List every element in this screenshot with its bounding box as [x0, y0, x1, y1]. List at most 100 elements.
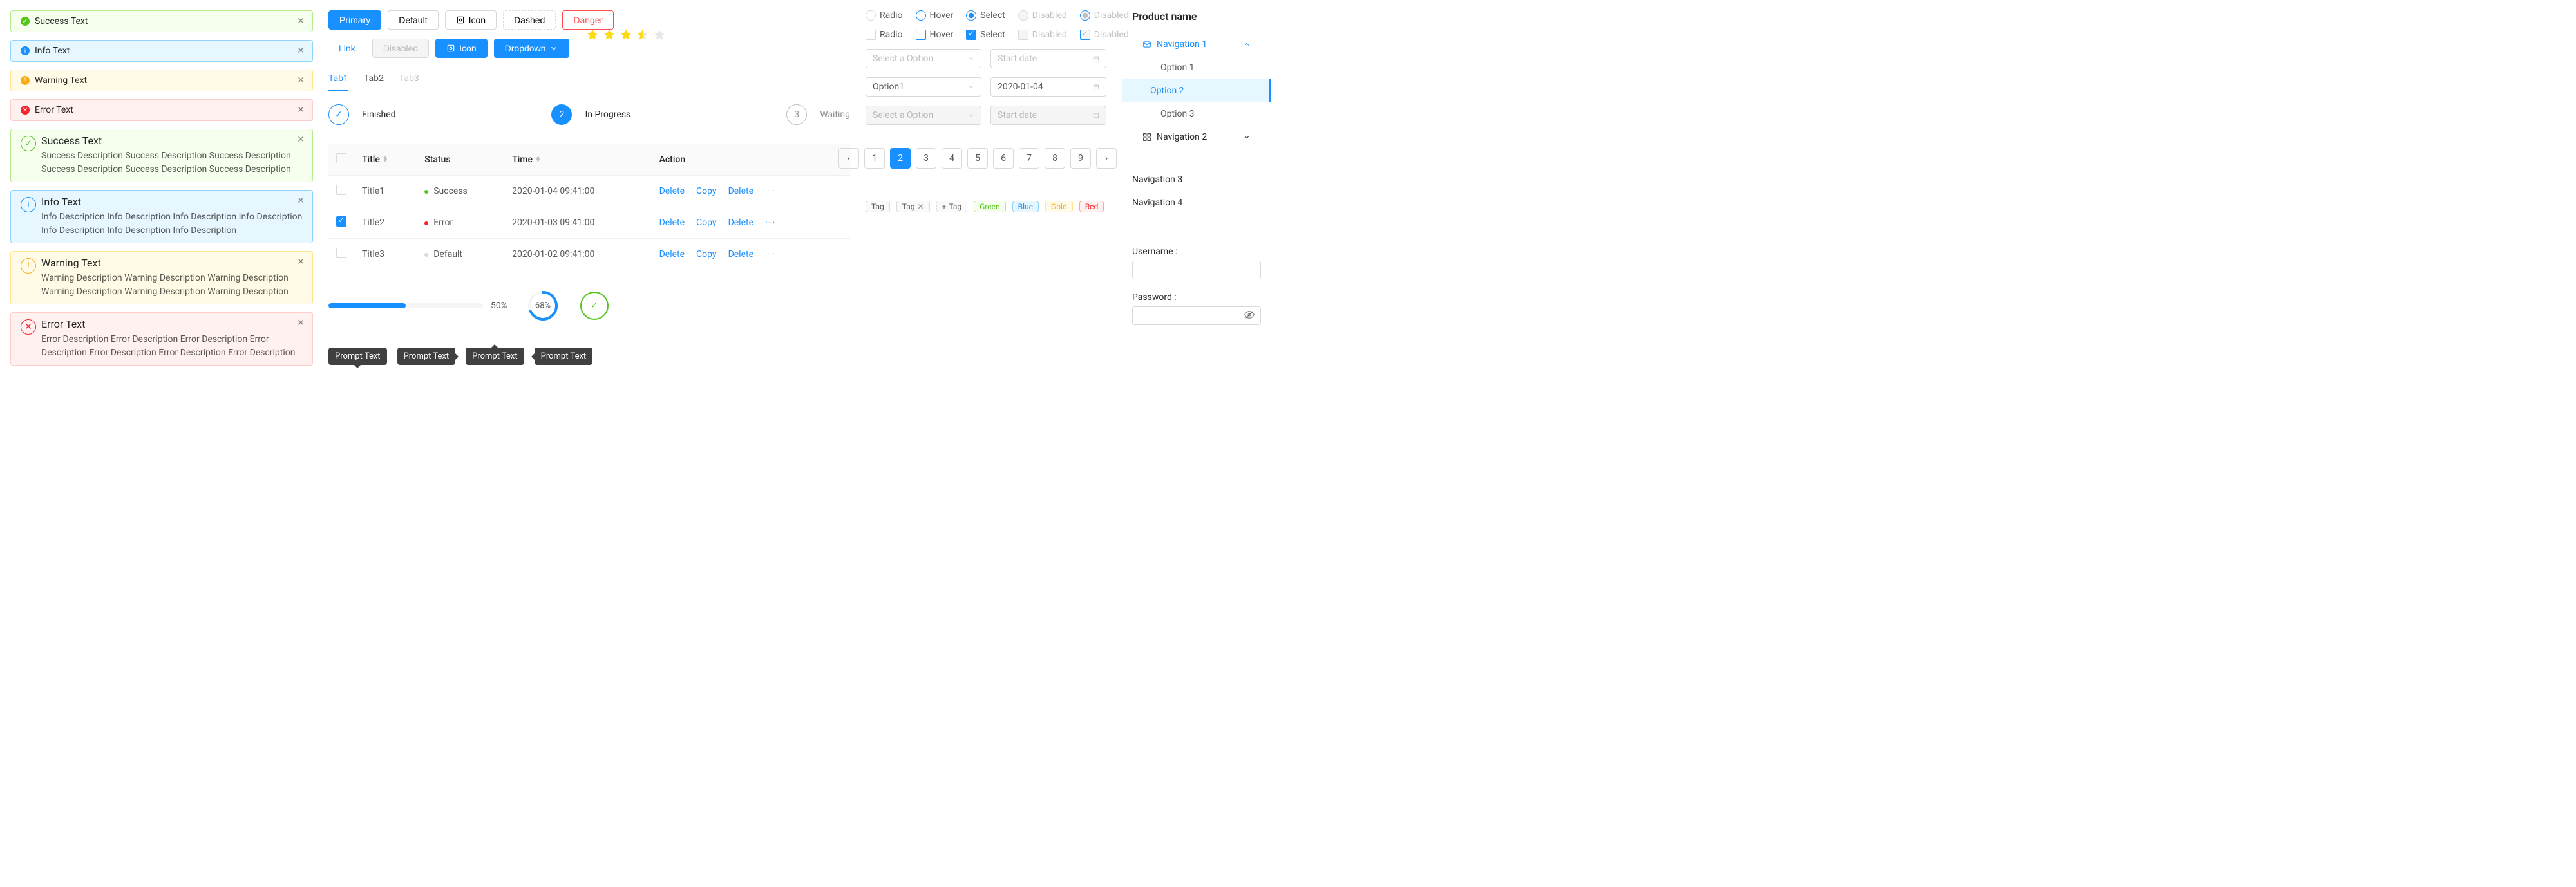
action-delete[interactable]: Delete: [728, 186, 753, 196]
checkbox-hover[interactable]: Hover: [916, 30, 954, 40]
more-icon[interactable]: ···: [765, 249, 776, 259]
page-number[interactable]: 6: [993, 148, 1014, 169]
select-input[interactable]: Option1: [866, 77, 981, 97]
star-icon[interactable]: [653, 28, 666, 41]
radio-default[interactable]: Radio: [866, 10, 903, 21]
close-icon[interactable]: ✕: [918, 202, 924, 211]
default-button[interactable]: Default: [388, 10, 438, 30]
action-delete[interactable]: Delete: [659, 186, 685, 196]
checkbox-disabled-selected: Disabled: [1080, 30, 1129, 40]
date-input[interactable]: Start date: [990, 49, 1106, 68]
tab-1[interactable]: Tab1: [328, 67, 348, 91]
date-disabled: Start date: [990, 106, 1106, 125]
close-icon[interactable]: ✕: [297, 105, 305, 115]
page-prev[interactable]: ‹: [838, 148, 859, 169]
row-checkbox[interactable]: [336, 216, 346, 227]
nav-item-4[interactable]: Navigation 4: [1132, 191, 1261, 214]
icon-primary-button[interactable]: Icon: [435, 39, 487, 58]
action-copy[interactable]: Copy: [696, 249, 717, 259]
nav-item-1[interactable]: Navigation 1: [1142, 33, 1251, 56]
checkbox-default[interactable]: Radio: [866, 30, 903, 40]
primary-button[interactable]: Primary: [328, 10, 381, 30]
chevron-down-icon: [968, 112, 974, 118]
cell-time: 2020-01-03 09:41:00: [504, 207, 651, 239]
checkbox-label: Radio: [880, 30, 903, 40]
page-number[interactable]: 1: [864, 148, 885, 169]
date-input[interactable]: 2020-01-04: [990, 77, 1106, 97]
row-checkbox[interactable]: [336, 248, 346, 258]
link-button[interactable]: Link: [328, 39, 366, 58]
page-number[interactable]: 2: [890, 148, 911, 169]
select-input[interactable]: Select a Option: [866, 49, 981, 68]
close-icon[interactable]: ✕: [297, 257, 305, 267]
radio-selected[interactable]: Select: [966, 10, 1005, 21]
radio-disabled: Disabled: [1018, 10, 1067, 21]
row-checkbox[interactable]: [336, 185, 346, 195]
data-table: Title▲▼ Status Time▲▼ Action Title1 Succ…: [328, 144, 850, 270]
page-number[interactable]: 8: [1045, 148, 1065, 169]
close-icon[interactable]: ✕: [297, 135, 305, 145]
danger-button[interactable]: Danger: [562, 10, 614, 30]
alert-message: Error Text: [35, 105, 73, 115]
page-number[interactable]: 5: [967, 148, 988, 169]
action-delete[interactable]: Delete: [659, 249, 685, 259]
error-circle-icon: ✕: [21, 319, 36, 335]
checkbox-all[interactable]: [336, 153, 346, 163]
close-icon[interactable]: ✕: [297, 16, 305, 26]
cell-status: Error: [417, 207, 504, 239]
icon-button[interactable]: Icon: [445, 10, 497, 30]
page-number[interactable]: 9: [1070, 148, 1091, 169]
page-number[interactable]: 7: [1019, 148, 1039, 169]
action-copy[interactable]: Copy: [696, 186, 717, 196]
nav-label: Navigation 1: [1157, 39, 1207, 50]
sort-icon[interactable]: ▲▼: [383, 156, 388, 163]
column-header[interactable]: Title: [362, 154, 380, 165]
column-header[interactable]: Time: [512, 154, 533, 165]
radio-hover[interactable]: Hover: [916, 10, 954, 21]
action-delete[interactable]: Delete: [659, 218, 685, 228]
rate[interactable]: [586, 28, 666, 41]
tabs: Tab1 Tab2 Tab3: [328, 67, 444, 91]
star-icon[interactable]: [586, 28, 599, 41]
select-placeholder: Select a Option: [873, 53, 933, 64]
sort-icon[interactable]: ▲▼: [535, 156, 541, 163]
eye-invisible-icon[interactable]: [1244, 310, 1255, 322]
more-icon[interactable]: ···: [765, 218, 776, 228]
page-number[interactable]: 3: [916, 148, 936, 169]
star-icon[interactable]: [603, 28, 616, 41]
action-delete[interactable]: Delete: [728, 249, 753, 259]
close-icon[interactable]: ✕: [297, 196, 305, 206]
error-icon: ✕: [21, 106, 30, 115]
page-next[interactable]: ›: [1096, 148, 1117, 169]
close-icon[interactable]: ✕: [297, 318, 305, 328]
username-input[interactable]: [1132, 261, 1261, 279]
date-placeholder: Start date: [998, 53, 1037, 64]
date-placeholder: Start date: [998, 110, 1037, 120]
chevron-down-icon: [549, 44, 558, 53]
dashed-button[interactable]: Dashed: [503, 10, 556, 30]
star-icon[interactable]: [620, 28, 632, 41]
nav-option-1[interactable]: Option 1: [1132, 56, 1261, 79]
tag-add[interactable]: +Tag: [936, 201, 968, 212]
cell-time: 2020-01-04 09:41:00: [504, 176, 651, 207]
tab-2[interactable]: Tab2: [364, 67, 384, 91]
more-icon[interactable]: ···: [765, 186, 776, 196]
step-process-icon: 2: [551, 104, 572, 125]
nav-option-2[interactable]: Option 2: [1122, 79, 1271, 102]
table-row: Title3 Default 2020-01-02 09:41:00 Delet…: [328, 239, 850, 270]
nav-option-3[interactable]: Option 3: [1132, 102, 1261, 126]
page-number[interactable]: 4: [942, 148, 962, 169]
password-input[interactable]: [1132, 306, 1261, 325]
action-copy[interactable]: Copy: [696, 218, 717, 228]
close-icon[interactable]: ✕: [297, 75, 305, 86]
close-icon[interactable]: ✕: [297, 46, 305, 56]
nav-item-2[interactable]: Navigation 2: [1142, 126, 1251, 149]
nav-item-3[interactable]: Navigation 3: [1132, 168, 1261, 191]
dropdown-button[interactable]: Dropdown: [494, 39, 570, 58]
checkbox-selected[interactable]: Select: [966, 30, 1005, 40]
alert-description: Info Description Info Description Info D…: [41, 210, 303, 238]
star-half-icon[interactable]: [636, 28, 649, 41]
action-delete[interactable]: Delete: [728, 218, 753, 228]
check-icon: ✓: [21, 17, 30, 26]
cell-title: Title2: [354, 207, 417, 239]
